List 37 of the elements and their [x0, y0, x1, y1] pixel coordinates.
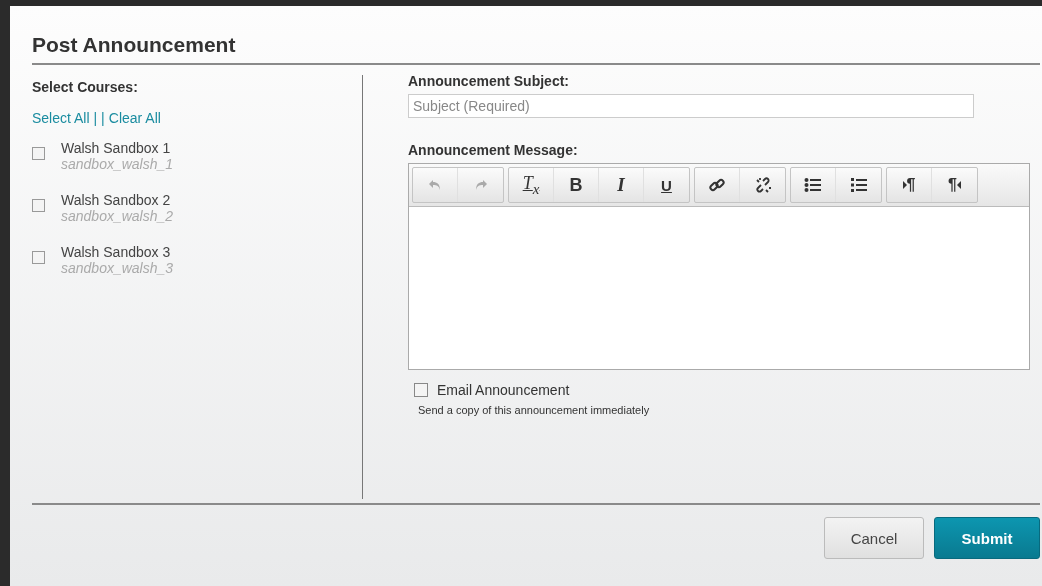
subject-label: Announcement Subject: — [408, 73, 570, 89]
submit-button[interactable]: Submit — [934, 517, 1040, 559]
email-label: Email Announcement — [437, 382, 570, 398]
course-name: Walsh Sandbox 1 — [61, 140, 172, 156]
select-all-link[interactable]: Select All — [32, 110, 90, 126]
numbered-list-icon — [849, 177, 868, 193]
course-code: sandbox_walsh_2 — [61, 208, 174, 224]
message-editor[interactable]: T$_{x}$ B I U ¶ ¶ — [408, 163, 1030, 370]
message-label: Announcement Message: — [408, 142, 579, 158]
rtl-button[interactable]: ¶ — [932, 168, 977, 202]
unlink-icon — [753, 176, 772, 194]
ltr-button[interactable]: ¶ — [887, 168, 932, 202]
clear-format-button[interactable]: T$_{x}$ — [509, 168, 554, 202]
courses-heading: Select Courses: — [32, 79, 139, 95]
course-checkbox[interactable] — [32, 251, 45, 264]
triangle-icon — [902, 181, 907, 189]
triangle-icon — [956, 181, 961, 189]
undo-icon — [428, 179, 442, 191]
course-name: Walsh Sandbox 2 — [61, 192, 172, 208]
italic-button[interactable]: I — [599, 168, 644, 202]
email-checkbox[interactable] — [414, 383, 428, 397]
dialog-title: Post Announcement — [32, 33, 237, 57]
clear-all-link[interactable]: Clear All — [108, 110, 161, 126]
cancel-button[interactable]: Cancel — [824, 517, 924, 559]
underline-button[interactable]: U — [644, 168, 689, 202]
course-code: sandbox_walsh_3 — [61, 260, 174, 276]
course-checkbox[interactable] — [32, 199, 45, 212]
course-name: Walsh Sandbox 3 — [61, 244, 172, 260]
subject-field[interactable]: Subject (Required) — [408, 94, 974, 118]
link-icon — [708, 176, 726, 194]
email-hint: Send a copy of this announcement immediately — [418, 404, 651, 416]
redo-icon — [473, 179, 488, 191]
bullet-list-icon — [804, 177, 822, 193]
link-separator: | | — [93, 110, 105, 126]
course-code: sandbox_walsh_1 — [61, 156, 174, 172]
course-checkbox[interactable] — [32, 147, 45, 160]
bold-button[interactable]: B — [554, 168, 599, 202]
